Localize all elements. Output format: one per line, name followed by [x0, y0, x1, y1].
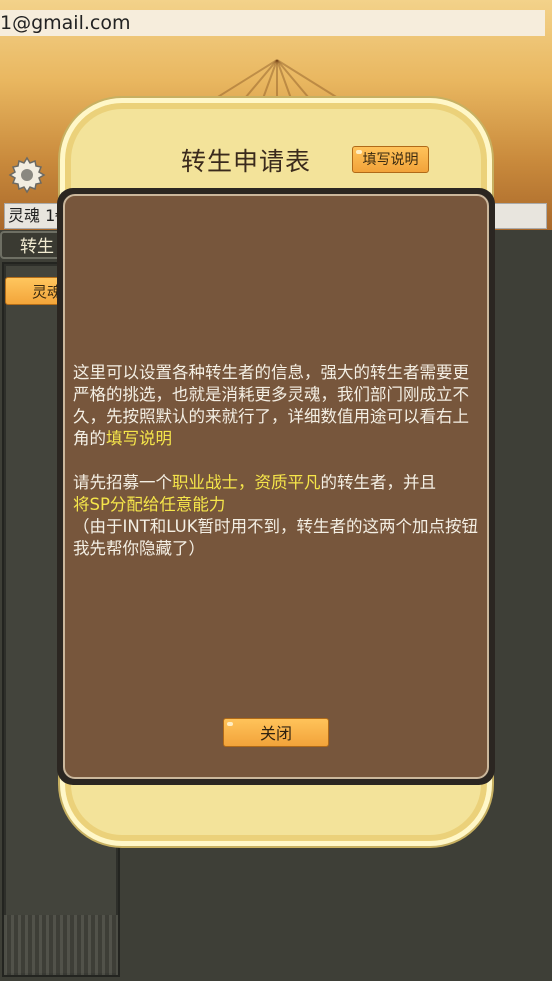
tab-rebirth[interactable]: 转生 — [0, 231, 62, 259]
help-button[interactable]: 填写说明 — [352, 146, 429, 173]
close-button[interactable]: 关闭 — [223, 718, 329, 747]
gear-icon[interactable] — [8, 156, 46, 194]
message-paragraph-3: （由于INT和LUK暂时用不到，转生者的这两个加点按钮我先帮你隐藏了） — [73, 517, 479, 558]
tab-rebirth-label: 转生 — [20, 237, 54, 257]
modal-message: 这里可以设置各种转生者的信息，强大的转生者需要更严格的挑选，也就是消耗更多灵魂，… — [73, 362, 483, 560]
close-button-label: 关闭 — [259, 724, 292, 743]
sp-requirement-highlight: 将SP分配给任意能力 — [73, 495, 226, 514]
message-paragraph-1: 这里可以设置各种转生者的信息，强大的转生者需要更严格的挑选，也就是消耗更多灵魂，… — [73, 363, 469, 448]
email-text: 1@gmail.com — [0, 12, 131, 34]
message-paragraph-2: 请先招募一个职业战士，资质平凡的转生者，并且 将SP分配给任意能力 — [73, 473, 436, 514]
account-email: 1@gmail.com — [0, 10, 545, 36]
help-reference-highlight: 填写说明 — [106, 429, 172, 448]
help-button-label: 填写说明 — [362, 152, 419, 168]
class-requirement-highlight: 职业战士，资质平凡 — [172, 473, 321, 492]
